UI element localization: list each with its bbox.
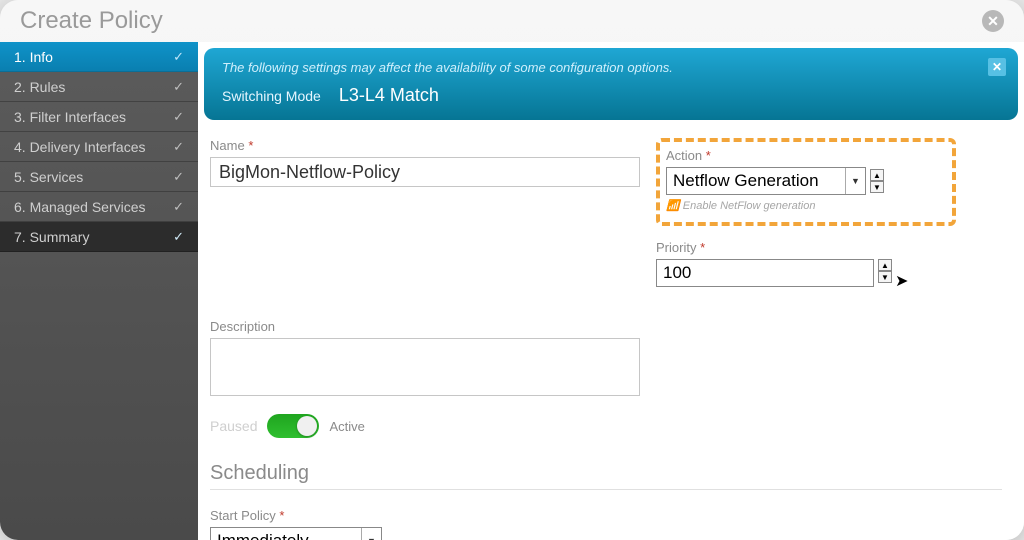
priority-step-down[interactable]: ▼ <box>878 271 892 283</box>
start-policy-label: Start Policy * <box>210 508 640 523</box>
priority-step-up[interactable]: ▲ <box>878 259 892 271</box>
modal-header: Create Policy ✕ <box>0 0 1024 42</box>
create-policy-modal: Create Policy ✕ 1. Info ✓ 2. Rules ✓ 3. … <box>0 0 1024 540</box>
wizard-steps-sidebar: 1. Info ✓ 2. Rules ✓ 3. Filter Interface… <box>0 42 198 540</box>
action-helper-text: 📶 Enable NetFlow generation <box>666 199 942 212</box>
action-step-down[interactable]: ▼ <box>870 181 884 193</box>
sidebar-item-managed-services[interactable]: 6. Managed Services ✓ <box>0 192 198 222</box>
sidebar-item-label: 5. Services <box>14 169 83 185</box>
check-icon: ✓ <box>173 79 184 95</box>
switching-mode-label: Switching Mode <box>222 88 321 104</box>
check-icon: ✓ <box>173 109 184 125</box>
info-banner: The following settings may affect the av… <box>204 48 1018 120</box>
toggle-knob <box>297 416 317 436</box>
check-icon: ✓ <box>173 139 184 155</box>
action-select[interactable]: ▼ <box>666 167 866 195</box>
check-icon: ✓ <box>173 169 184 185</box>
check-icon: ✓ <box>173 199 184 215</box>
sidebar-item-rules[interactable]: 2. Rules ✓ <box>0 72 198 102</box>
banner-close-icon[interactable]: ✕ <box>988 58 1006 76</box>
description-input[interactable] <box>210 338 640 396</box>
sidebar-item-label: 4. Delivery Interfaces <box>14 139 146 155</box>
action-highlight: Action * ▼ ▲ ▼ 📶 Enable NetFlow gene <box>656 138 956 226</box>
chevron-down-icon[interactable]: ▼ <box>361 528 381 540</box>
start-policy-select[interactable]: ▼ <box>210 527 382 540</box>
sidebar-item-label: 2. Rules <box>14 79 65 95</box>
paused-label: Paused <box>210 418 257 434</box>
modal-title: Create Policy <box>20 7 163 35</box>
sidebar-item-label: 7. Summary <box>14 229 89 245</box>
action-value[interactable] <box>667 168 845 194</box>
sidebar-item-services[interactable]: 5. Services ✓ <box>0 162 198 192</box>
active-toggle[interactable] <box>267 414 319 438</box>
sidebar-item-delivery-interfaces[interactable]: 4. Delivery Interfaces ✓ <box>0 132 198 162</box>
name-label: Name * <box>210 138 640 153</box>
name-input[interactable] <box>210 157 640 187</box>
description-label: Description <box>210 319 640 334</box>
form-panel: The following settings may affect the av… <box>198 42 1024 540</box>
sidebar-item-label: 1. Info <box>14 49 53 65</box>
action-step-up[interactable]: ▲ <box>870 169 884 181</box>
sidebar-item-label: 6. Managed Services <box>14 199 146 215</box>
chevron-down-icon[interactable]: ▼ <box>845 168 865 194</box>
action-label: Action * <box>666 148 942 163</box>
priority-input[interactable] <box>656 259 874 287</box>
scheduling-section-title: Scheduling <box>210 462 1002 490</box>
sidebar-item-summary[interactable]: 7. Summary ✓ <box>0 222 198 252</box>
check-icon: ✓ <box>173 229 184 245</box>
active-label: Active <box>329 419 364 434</box>
start-policy-value[interactable] <box>211 528 361 540</box>
switching-mode-value: L3-L4 Match <box>339 85 439 106</box>
priority-label: Priority * <box>656 240 1002 255</box>
close-icon[interactable]: ✕ <box>982 10 1004 32</box>
sidebar-item-info[interactable]: 1. Info ✓ <box>0 42 198 72</box>
banner-note: The following settings may affect the av… <box>222 60 1000 75</box>
check-icon: ✓ <box>173 49 184 65</box>
sidebar-item-label: 3. Filter Interfaces <box>14 109 126 125</box>
sidebar-item-filter-interfaces[interactable]: 3. Filter Interfaces ✓ <box>0 102 198 132</box>
